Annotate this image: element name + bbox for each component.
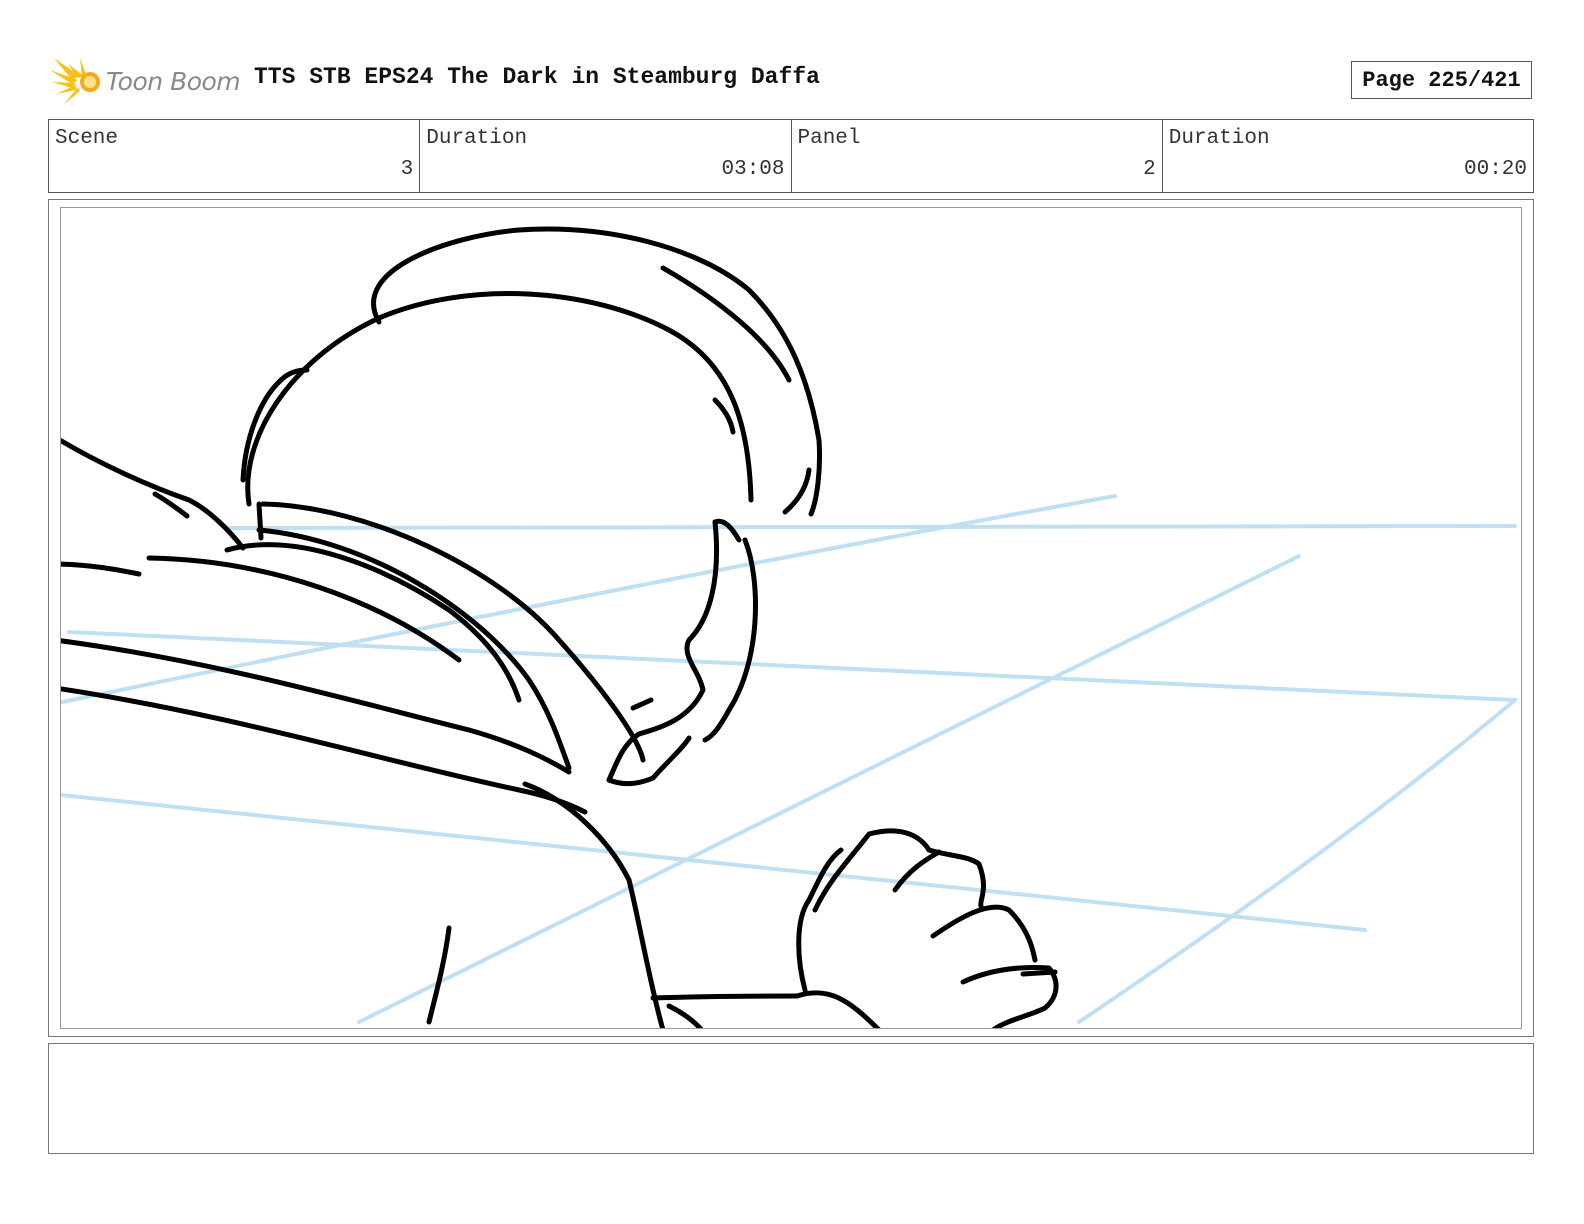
logo-text: Toon Boom — [106, 66, 241, 96]
sketch-drawing — [61, 226, 1517, 1028]
storyboard-panel-image — [60, 207, 1522, 1029]
scene-duration-label: Duration — [426, 127, 528, 150]
panel-label: Panel — [797, 127, 861, 150]
scene-label: Scene — [55, 127, 119, 150]
starburst-icon — [50, 58, 100, 104]
scene-info-table: Scene 3 Duration 03:08 Panel 2 Duration … — [48, 119, 1534, 193]
document-title: TTS STB EPS24 The Dark in Steamburg Daff… — [254, 64, 820, 90]
panel-value: 2 — [1143, 158, 1156, 181]
panel-notes-box — [48, 1043, 1534, 1154]
toon-boom-logo: Toon Boom — [50, 56, 241, 106]
panel-duration-cell: Duration 00:20 — [1161, 120, 1533, 192]
page-indicator: Page 225/421 — [1351, 61, 1532, 99]
scene-duration-cell: Duration 03:08 — [419, 120, 790, 192]
storyboard-panel-frame — [48, 199, 1534, 1037]
scene-value: 3 — [400, 158, 414, 181]
panel-duration-value: 00:20 — [1463, 158, 1527, 181]
scene-duration-value: 03:08 — [721, 158, 785, 181]
scene-cell: Scene 3 — [49, 120, 419, 192]
ink-lines — [61, 226, 1059, 1028]
panel-cell: Panel 2 — [790, 120, 1162, 192]
panel-duration-label: Duration — [1168, 127, 1270, 150]
